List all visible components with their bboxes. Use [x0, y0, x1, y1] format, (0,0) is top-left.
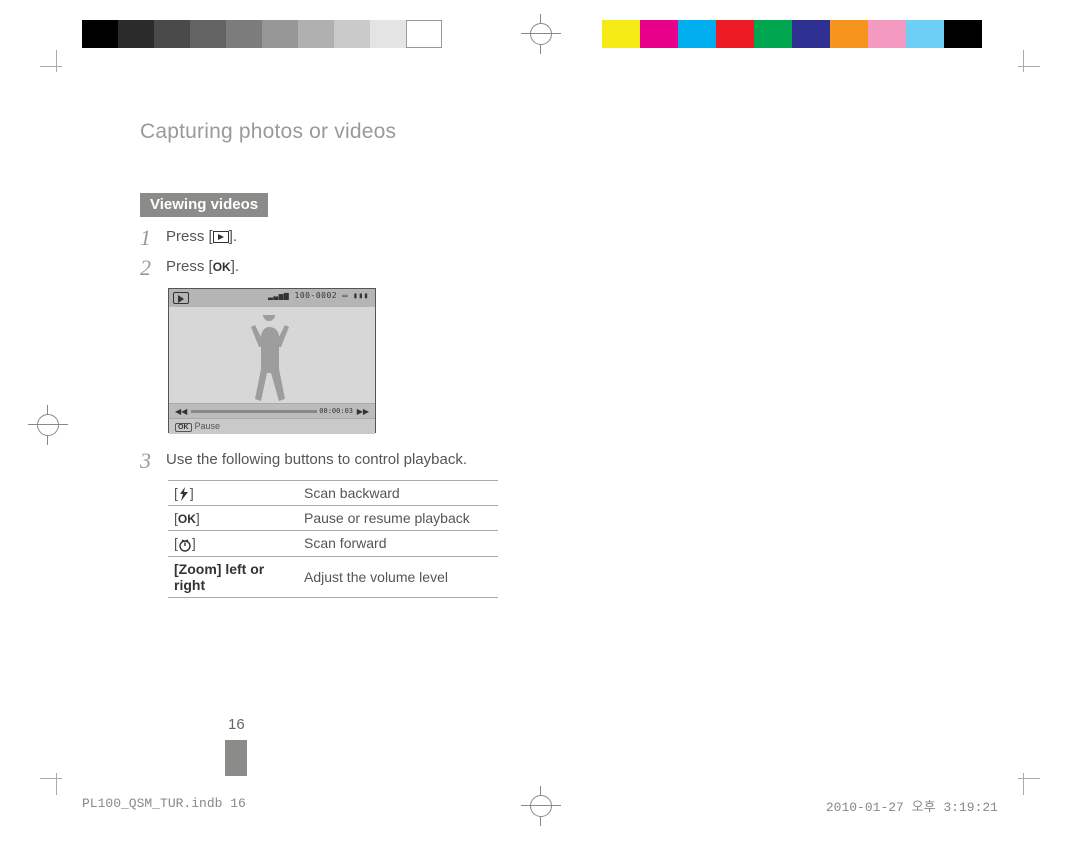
step-text: ]. — [229, 228, 237, 245]
color-swatch — [190, 20, 226, 48]
color-swatch — [154, 20, 190, 48]
color-swatch — [118, 20, 154, 48]
control-desc-cell: Adjust the volume level — [298, 556, 498, 597]
color-swatch — [82, 20, 118, 48]
control-desc-cell: Scan forward — [298, 531, 498, 556]
color-swatch — [226, 20, 262, 48]
color-swatch — [868, 20, 906, 48]
step-text: Press [ — [166, 258, 213, 275]
step-3: 3 Use the following buttons to control p… — [140, 448, 467, 474]
table-row: []Scan backward — [168, 481, 498, 506]
step-1: 1 Press []. — [140, 225, 560, 251]
step-number: 1 — [140, 225, 166, 251]
step-text: Use the following buttons to control pla… — [166, 448, 467, 474]
elapsed-time: 00:00:03 — [319, 407, 353, 415]
play-indicator-icon — [173, 292, 189, 304]
control-key-cell: [] — [168, 531, 298, 556]
color-swatch — [678, 20, 716, 48]
ok-icon: OK — [213, 260, 231, 274]
crop-mark-icon — [1006, 50, 1040, 84]
hint-label: Pause — [195, 421, 221, 431]
file-meta: ▂▃▅▆ 100-0002 ▭ ▮▮▮ — [268, 291, 369, 300]
footer-filename: PL100_QSM_TUR.indb 16 — [82, 796, 246, 811]
table-row: [Zoom] left or rightAdjust the volume le… — [168, 556, 498, 597]
video-playback-screen: ▂▃▅▆ 100-0002 ▭ ▮▮▮ ◀◀ 00:00:03 ▶▶ OKPau… — [168, 288, 376, 433]
crop-mark-icon — [40, 761, 74, 795]
crop-mark-icon — [40, 50, 74, 84]
controls-table: []Scan backward[OK]Pause or resume playb… — [168, 480, 498, 598]
step-text: Press [ — [166, 228, 213, 245]
registration-mark-icon — [521, 786, 561, 826]
playback-button-icon — [213, 230, 229, 247]
control-key-cell: [] — [168, 481, 298, 506]
color-swatch — [716, 20, 754, 48]
rewind-icon: ◀◀ — [175, 407, 187, 416]
table-row: [OK]Pause or resume playback — [168, 506, 498, 531]
color-swatch — [944, 20, 982, 48]
step-number: 3 — [140, 448, 166, 474]
control-key-cell: [OK] — [168, 506, 298, 531]
progress-track — [191, 410, 317, 413]
control-desc-cell: Pause or resume playback — [298, 506, 498, 531]
page-number: 16 — [228, 716, 245, 733]
step-text: ]. — [231, 258, 239, 275]
steps-list: 1 Press []. 2 Press [OK]. — [140, 225, 560, 285]
step-2: 2 Press [OK]. — [140, 255, 560, 281]
color-swatch — [262, 20, 298, 48]
color-swatch — [640, 20, 678, 48]
color-swatch — [830, 20, 868, 48]
registration-mark-icon — [28, 405, 68, 445]
color-swatch — [406, 20, 442, 48]
color-swatch — [370, 20, 406, 48]
color-swatch — [602, 20, 640, 48]
fast-forward-icon: ▶▶ — [357, 407, 369, 416]
section-label: Viewing videos — [140, 193, 268, 217]
step-number: 2 — [140, 255, 166, 281]
person-silhouette-icon — [239, 315, 299, 403]
registration-mark-icon — [521, 14, 561, 54]
crop-mark-icon — [1006, 761, 1040, 795]
color-swatch — [754, 20, 792, 48]
ok-icon: OK — [175, 423, 192, 432]
color-swatch — [906, 20, 944, 48]
page-title: Capturing photos or videos — [140, 120, 396, 144]
color-swatch — [298, 20, 334, 48]
table-row: []Scan forward — [168, 531, 498, 556]
control-key-cell: [Zoom] left or right — [168, 556, 298, 597]
control-desc-cell: Scan backward — [298, 481, 498, 506]
color-swatch — [792, 20, 830, 48]
color-swatch — [334, 20, 370, 48]
footer-timestamp: 2010-01-27 오후 3:19:21 — [826, 796, 998, 815]
page-tab — [225, 740, 247, 776]
